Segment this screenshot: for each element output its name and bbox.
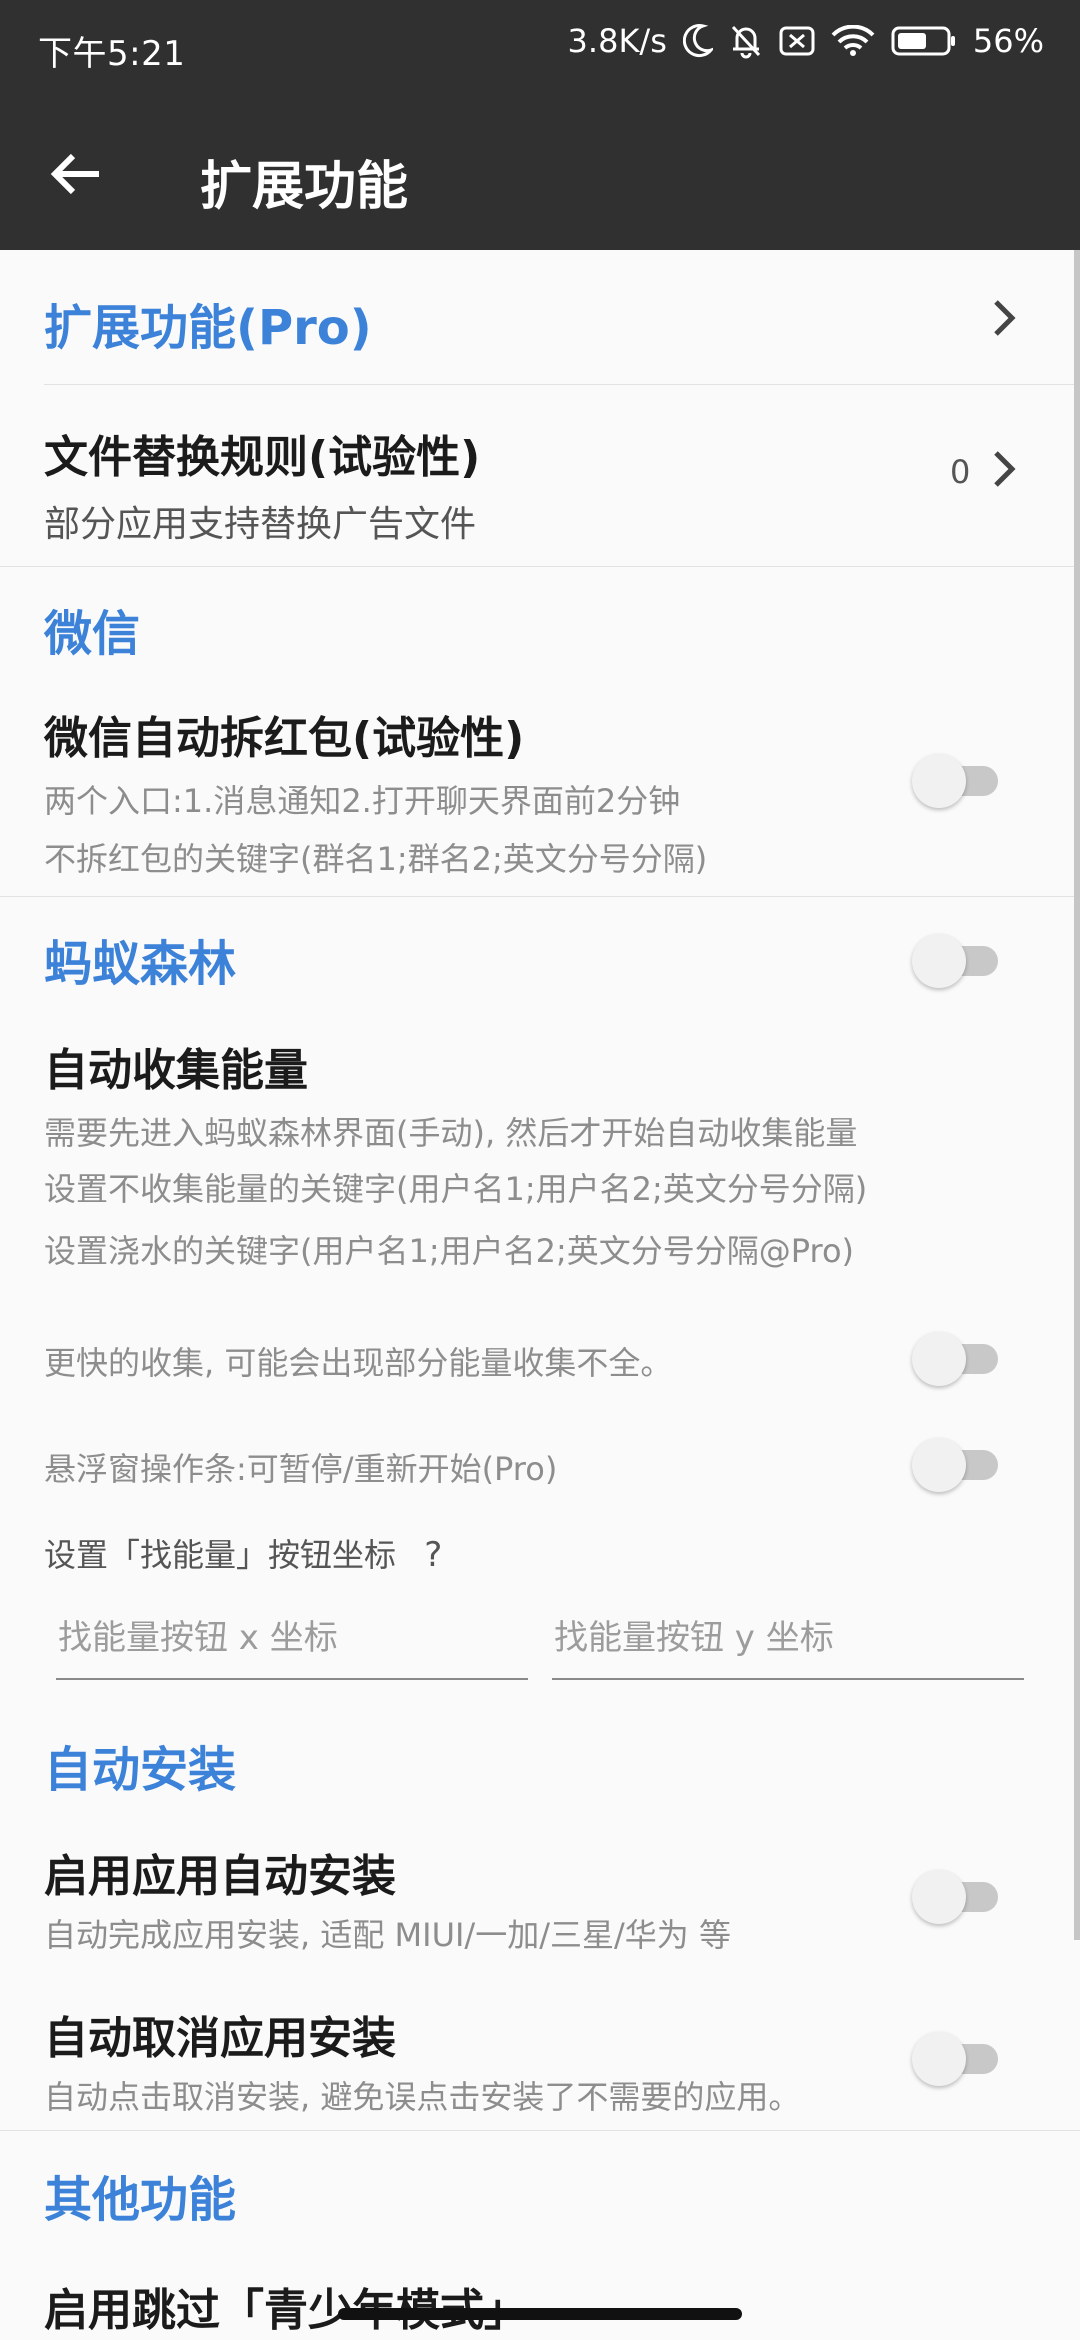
wifi-icon	[831, 25, 875, 57]
toggle-thumb	[912, 754, 966, 808]
coord-help-button[interactable]: ?	[424, 1535, 442, 1575]
auto-install-section-header: 自动安装	[44, 1742, 237, 1798]
bell-off-icon	[729, 23, 763, 59]
faster-collect-toggle[interactable]	[912, 1332, 1006, 1386]
net-speed: 3.8K/s	[567, 22, 667, 60]
file-replace-title: 文件替换规则(试验性)	[44, 432, 481, 483]
auto-cancel-install-toggle[interactable]	[912, 2032, 1006, 2086]
faster-collect-row[interactable]: 更快的收集, 可能会出现部分能量收集不全。	[0, 1310, 1080, 1410]
wechat-redpacket-row[interactable]: 微信自动拆红包(试验性) 两个入口:1.消息通知2.打开聊天界面前2分钟 不拆红…	[0, 690, 1080, 890]
wechat-redpacket-title: 微信自动拆红包(试验性)	[44, 713, 525, 764]
toggle-thumb	[912, 2032, 966, 2086]
toggle-thumb	[912, 934, 966, 988]
status-icons: 3.8K/s 56%	[568, 22, 1044, 60]
toggle-thumb	[912, 1438, 966, 1492]
water-keywords[interactable]: 设置浇水的关键字(用户名1;用户名2;英文分号分隔@Pro)	[44, 1226, 854, 1272]
battery-icon	[891, 25, 957, 57]
ant-forest-section-header: 蚂蚁森林	[44, 936, 237, 992]
chevron-right-icon	[994, 300, 1016, 336]
auto-cancel-install-title: 自动取消应用安装	[44, 2013, 396, 2064]
coord-label: 设置「找能量」按钮坐标	[44, 1536, 397, 1574]
divider	[0, 566, 1080, 567]
other-section-header: 其他功能	[44, 2172, 237, 2228]
pro-features-label: 扩展功能(Pro)	[44, 300, 372, 356]
divider	[0, 896, 1080, 897]
enable-auto-install-row[interactable]: 启用应用自动安装 自动完成应用安装, 适配 MIUI/一加/三星/华为 等	[0, 1840, 1080, 1990]
no-collect-keywords[interactable]: 设置不收集能量的关键字(用户名1;用户名2;英文分号分隔)	[44, 1164, 867, 1210]
settings-list: 扩展功能(Pro) 文件替换规则(试验性) 部分应用支持替换广告文件 0 微信 …	[0, 250, 1080, 2340]
enable-auto-install-title: 启用应用自动安装	[44, 1851, 396, 1902]
y-placeholder: 找能量按钮 y 坐标	[554, 1618, 834, 1658]
back-button[interactable]	[44, 142, 108, 206]
toggle-thumb	[912, 1870, 966, 1924]
auto-collect-desc: 需要先进入蚂蚁森林界面(手动), 然后才开始自动收集能量	[44, 1114, 858, 1152]
wechat-redpacket-desc: 两个入口:1.消息通知2.打开聊天界面前2分钟	[44, 782, 681, 820]
status-time: 下午5:21	[38, 34, 186, 74]
ant-forest-header-row[interactable]: 蚂蚁森林	[0, 900, 1080, 1020]
faster-collect-desc: 更快的收集, 可能会出现部分能量收集不全。	[44, 1344, 673, 1382]
float-window-row[interactable]: 悬浮窗操作条:可暂停/重新开始(Pro)	[0, 1416, 1080, 1516]
wechat-redpacket-keywords[interactable]: 不拆红包的关键字(群名1;群名2;英文分号分隔)	[44, 834, 707, 880]
battery-percent: 56%	[972, 22, 1044, 60]
chevron-right-icon	[994, 451, 1016, 487]
float-window-toggle[interactable]	[912, 1438, 1006, 1492]
wechat-redpacket-toggle[interactable]	[912, 754, 1006, 808]
toggle-thumb	[912, 1332, 966, 1386]
file-replace-subtitle: 部分应用支持替换广告文件	[44, 504, 477, 545]
wechat-section-header: 微信	[44, 606, 141, 662]
page-title: 扩展功能	[200, 157, 409, 217]
find-energy-y-input[interactable]: 找能量按钮 y 坐标	[552, 1598, 1024, 1680]
pro-features-row[interactable]: 扩展功能(Pro)	[0, 250, 1080, 384]
auto-cancel-install-desc: 自动点击取消安装, 避免误点击安装了不需要的应用。	[44, 2078, 801, 2116]
arrow-left-icon	[50, 153, 99, 195]
find-energy-x-input[interactable]: 找能量按钮 x 坐标	[56, 1598, 528, 1680]
home-indicator[interactable]	[338, 2308, 742, 2320]
auto-collect-title: 自动收集能量	[44, 1045, 308, 1096]
enable-auto-install-toggle[interactable]	[912, 1870, 1006, 1924]
enable-auto-install-desc: 自动完成应用安装, 适配 MIUI/一加/三星/华为 等	[44, 1916, 731, 1954]
scrollbar[interactable]	[1074, 250, 1080, 1940]
app-bar: 扩展功能	[0, 100, 1080, 250]
sim-off-icon	[779, 25, 815, 57]
file-replace-count: 0	[950, 453, 971, 491]
file-replace-row[interactable]: 文件替换规则(试验性) 部分应用支持替换广告文件 0	[0, 385, 1080, 565]
skip-teen-mode-title[interactable]: 启用跳过「青少年模式」	[44, 2274, 528, 2338]
x-placeholder: 找能量按钮 x 坐标	[58, 1618, 338, 1658]
ant-forest-toggle[interactable]	[912, 934, 1006, 988]
float-window-desc: 悬浮窗操作条:可暂停/重新开始(Pro)	[44, 1450, 558, 1488]
divider	[0, 2130, 1080, 2131]
moon-icon	[682, 24, 713, 58]
status-bar: 下午5:21 3.8K/s 56%	[0, 0, 1080, 100]
coord-label-row: 设置「找能量」按钮坐标 ?	[44, 1530, 442, 1576]
